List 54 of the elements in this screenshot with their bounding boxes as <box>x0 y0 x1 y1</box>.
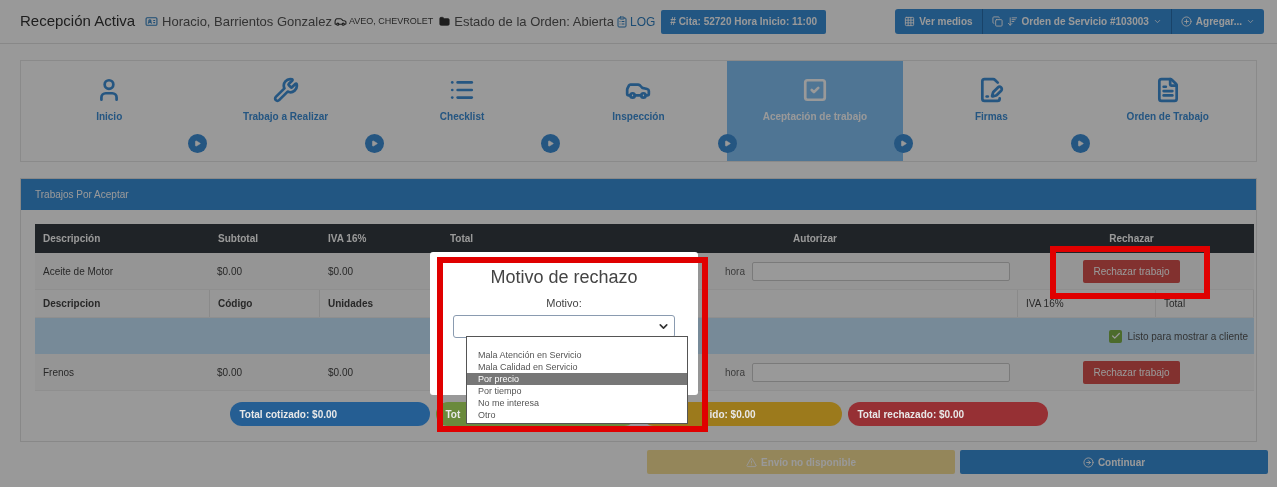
dropdown-option[interactable]: Por tiempo <box>467 385 687 397</box>
table-cell: Código <box>210 290 320 317</box>
reason-select[interactable] <box>453 314 675 338</box>
panel-title: Trabajos Por Aceptar <box>35 188 129 202</box>
dropdown-option[interactable]: Por precio <box>467 373 687 385</box>
table-cell-text: $0.00 <box>216 264 244 279</box>
table-cell-text: Frenos <box>42 365 76 380</box>
table-cell: Total <box>1156 290 1254 317</box>
field-label: Motivo: <box>546 296 582 311</box>
authorize-label: hora <box>725 264 745 279</box>
appointment-badge: # Cita: 52720 Hora Inicio: 11:00 <box>661 9 827 34</box>
checkbox-label: Listo para mostrar a cliente <box>1127 329 1248 344</box>
arrow-circle-icon <box>1082 456 1094 468</box>
toolbar-button[interactable]: Agregar... <box>1171 9 1264 34</box>
table-header: Descripción Subtotal IVA 16% Total Autorizar Rechazar <box>35 224 1254 253</box>
reject-job-button[interactable]: Rechazar trabajo <box>1083 360 1180 384</box>
car-icon <box>333 15 347 28</box>
dropdown-option[interactable]: Mala Atención en Servicio <box>467 349 687 361</box>
tools-icon <box>272 77 299 103</box>
caret-icon <box>1152 17 1162 26</box>
folder-icon <box>439 16 451 27</box>
copy-icon <box>991 16 1003 27</box>
caret-icon <box>1246 17 1255 26</box>
authorize-label: hora <box>725 365 745 380</box>
clipboard-icon <box>615 15 628 28</box>
id-card-icon <box>145 15 159 28</box>
sort-icon <box>1006 16 1018 27</box>
modal-title: Motivo de rechazo <box>490 266 638 289</box>
signed-document-icon <box>978 77 1005 103</box>
customer-name: Horacio, Barrientos Gonzalez <box>162 12 332 31</box>
order-status: Estado de la Orden: Abierta <box>454 12 614 31</box>
table-cell: Descripcion <box>35 290 210 317</box>
input-field[interactable] <box>752 261 1010 281</box>
log-link[interactable]: LOG <box>629 12 656 31</box>
table-cell: IVA 16% <box>1018 290 1156 317</box>
table-cell-text: $0.00 <box>327 264 355 279</box>
reject-job-button[interactable]: Rechazar trabajo <box>1083 259 1180 283</box>
vehicle-name: AVEO, CHEVROLET <box>348 14 434 28</box>
table-cell-text: $0.00 <box>216 365 244 380</box>
page-title: Recepción Activa <box>20 11 136 32</box>
wizard-step[interactable]: Aceptación de trabajo <box>726 61 904 161</box>
toolbar-button[interactable]: Orden de Servicio #103003 <box>982 9 1172 34</box>
toolbar-button[interactable]: Ver medios <box>895 9 983 34</box>
table-cell-text: $0.00 <box>327 365 355 380</box>
table-cell-text: Aceite de Motor <box>42 264 115 279</box>
grid-icon <box>904 16 916 27</box>
footer-button[interactable]: Continuar <box>960 450 1268 474</box>
plus-circle-icon <box>1180 16 1192 27</box>
checkbox[interactable] <box>1109 329 1123 343</box>
input-field[interactable] <box>752 362 1010 382</box>
checkbox-icon <box>801 77 828 103</box>
total-pill: Total cotizado: $0.00 <box>229 402 430 426</box>
dropdown-option[interactable]: Mala Calidad en Servicio <box>467 361 687 373</box>
total-pill: Total rechazado: $0.00 <box>847 402 1048 426</box>
